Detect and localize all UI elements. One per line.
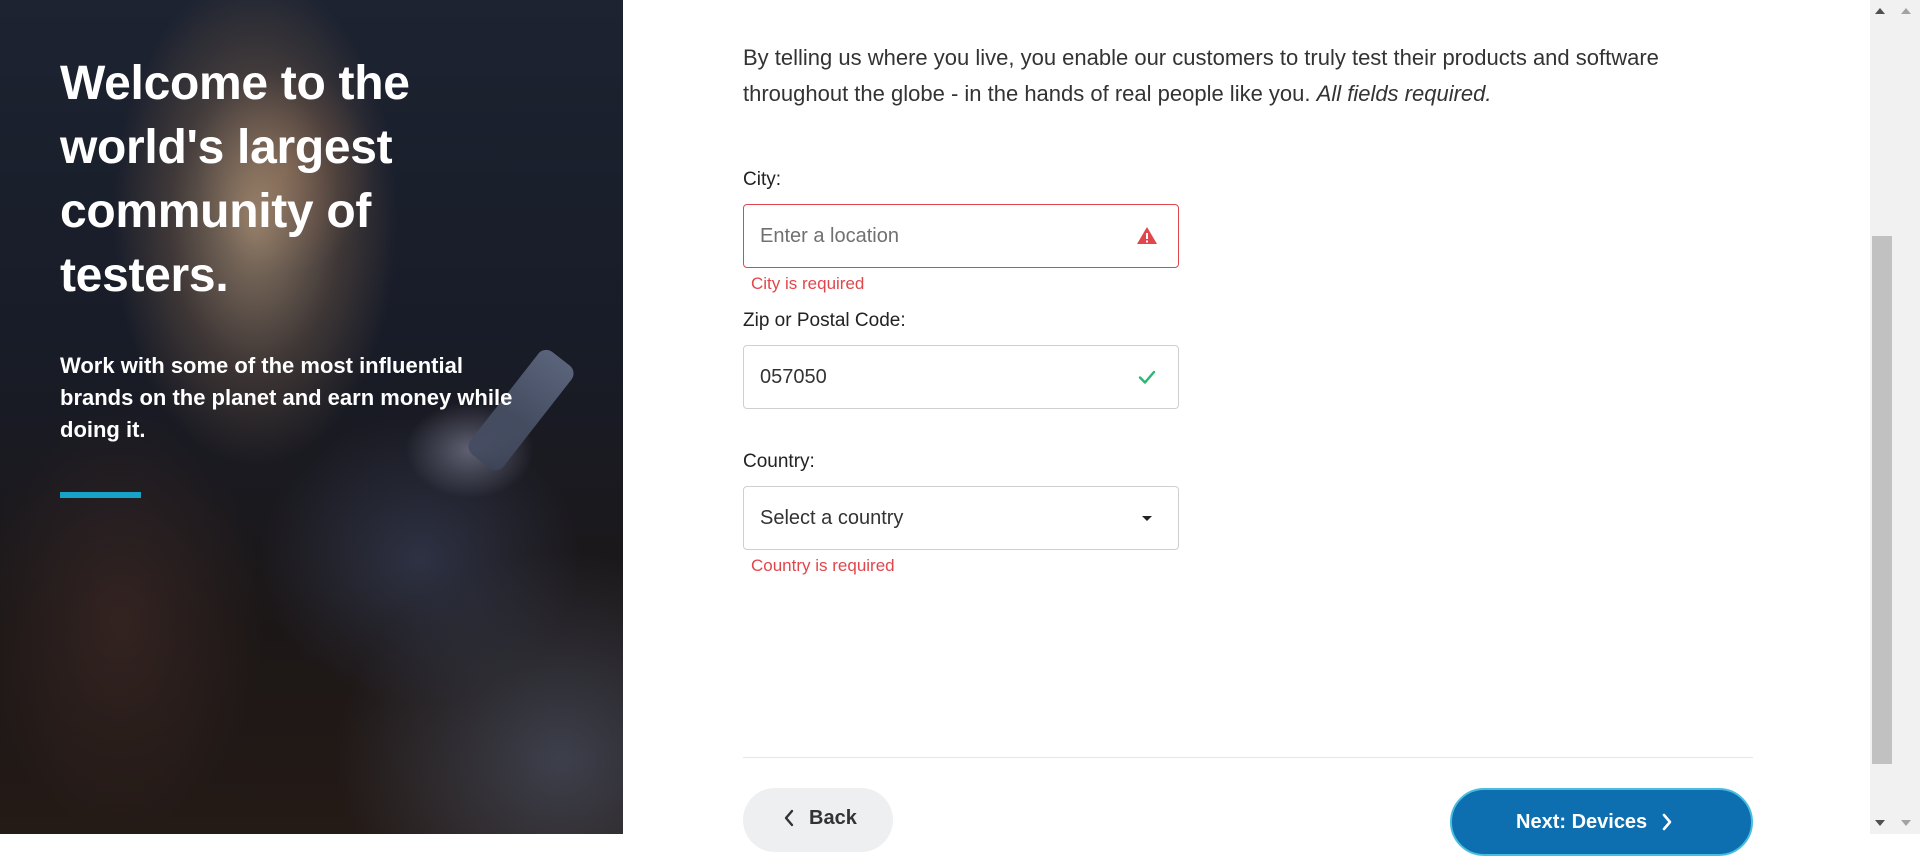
city-field[interactable]: [743, 204, 1179, 268]
back-button[interactable]: Back: [743, 788, 893, 852]
city-error: City is required: [751, 274, 865, 293]
scrollbar[interactable]: [1870, 0, 1920, 834]
warning-icon: [1137, 227, 1157, 244]
intro-text: By telling us where you live, you enable…: [743, 40, 1723, 112]
back-button-content: Back: [783, 806, 857, 830]
zip-field[interactable]: [743, 345, 1179, 409]
chevron-right-icon: [1662, 813, 1672, 831]
zip-input[interactable]: [744, 346, 1124, 408]
hero-subtitle: Work with some of the most influential b…: [60, 353, 513, 442]
chevron-down-icon: [1142, 516, 1152, 521]
required-note: All fields required.: [1316, 81, 1492, 106]
next-button-content: Next: Devices: [1516, 810, 1673, 834]
chevron-left-icon: [784, 809, 794, 827]
scrollbar-thumb[interactable]: [1872, 236, 1892, 764]
scroll-down-icon[interactable]: [1870, 812, 1890, 834]
divider: [743, 757, 1753, 758]
outer-scroll-up-icon[interactable]: [1896, 0, 1916, 22]
scroll-up-icon[interactable]: [1870, 0, 1890, 22]
country-select-value: Select a country: [760, 507, 904, 529]
next-button-label: Next: Devices: [1516, 811, 1648, 833]
city-input[interactable]: [744, 205, 1124, 267]
back-button-label: Back: [809, 807, 857, 829]
hero-accent-bar: [60, 492, 141, 498]
outer-scroll-down-icon[interactable]: [1896, 812, 1916, 834]
next-devices-button[interactable]: Next: Devices: [1450, 788, 1753, 856]
country-label: Country:: [743, 451, 815, 472]
location-form-panel: By telling us where you live, you enable…: [623, 0, 1870, 856]
country-select[interactable]: Select a country: [743, 486, 1179, 550]
hero-panel: Welcome to the world's largest community…: [0, 0, 623, 834]
checkmark-icon: [1138, 370, 1156, 384]
city-label: City:: [743, 169, 781, 190]
zip-label: Zip or Postal Code:: [743, 310, 906, 331]
intro-body: By telling us where you live, you enable…: [743, 45, 1659, 106]
hero-title: Welcome to the world's largest community…: [60, 57, 410, 302]
country-error: Country is required: [751, 556, 895, 575]
